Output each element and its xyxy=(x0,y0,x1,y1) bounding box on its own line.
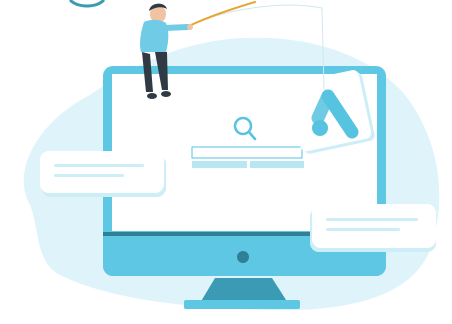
floating-card-left xyxy=(40,151,166,197)
floating-card-right xyxy=(310,204,436,252)
search-button-right xyxy=(250,161,304,168)
search-input xyxy=(191,146,303,159)
fishing-for-ads-illustration xyxy=(23,0,440,311)
monitor-camera xyxy=(237,251,249,263)
decor-ring xyxy=(68,0,106,8)
search-button-left xyxy=(192,161,247,168)
ads-tile xyxy=(288,70,375,154)
